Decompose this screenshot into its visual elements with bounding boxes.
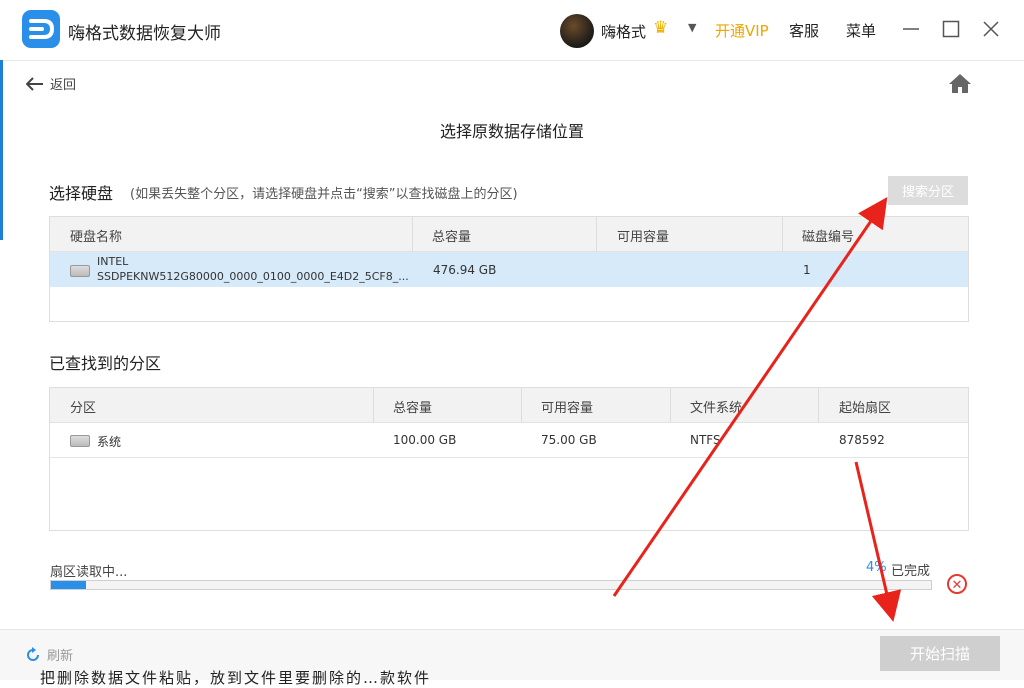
maximize-icon[interactable] xyxy=(942,20,960,42)
disk-table-header: 硬盘名称 总容量 可用容量 磁盘编号 xyxy=(50,217,968,252)
disk-total: 476.94 GB xyxy=(433,263,497,277)
col-start-sector[interactable]: 起始扇区 xyxy=(839,397,891,416)
partition-filesystem: NTFS xyxy=(690,433,721,447)
close-icon[interactable] xyxy=(982,20,1000,42)
col-disk-no[interactable]: 磁盘编号 xyxy=(802,226,854,245)
hard-disk-icon xyxy=(70,265,90,277)
refresh-icon xyxy=(27,646,39,661)
col-available[interactable]: 可用容量 xyxy=(617,226,669,245)
partition-start-sector: 878592 xyxy=(839,433,885,447)
refresh-label: 刷新 xyxy=(47,649,74,664)
annotation-arrows xyxy=(612,197,902,622)
refresh-button[interactable]: 刷新 xyxy=(25,645,73,664)
partition-total: 100.00 GB xyxy=(393,433,457,447)
chevron-down-icon[interactable]: ▼ xyxy=(688,21,696,34)
disk-number: 1 xyxy=(803,263,811,277)
partition-section-title: 已查找到的分区 xyxy=(49,354,162,373)
start-scan-button[interactable]: 开始扫描 xyxy=(880,636,1000,671)
user-avatar[interactable] xyxy=(560,14,594,48)
customer-service-link[interactable]: 客服 xyxy=(789,20,819,41)
progress-percent: 4% xyxy=(866,560,887,575)
background-text: 把删除数据文件粘贴，放到文件里要删除的…款软件 xyxy=(40,669,432,687)
col-partition[interactable]: 分区 xyxy=(70,397,96,416)
window-edge xyxy=(0,60,3,240)
progress-fill xyxy=(51,581,87,589)
col-part-total[interactable]: 总容量 xyxy=(393,397,432,416)
partition-icon xyxy=(70,435,90,447)
col-total[interactable]: 总容量 xyxy=(432,226,471,245)
partition-name: 系统 xyxy=(97,435,122,449)
minimize-icon[interactable] xyxy=(902,20,920,42)
partition-table: 分区 总容量 可用容量 文件系统 起始扇区 系统 100.00 GB 75.00… xyxy=(49,387,969,531)
progress-label: 扇区读取中... xyxy=(50,565,128,580)
col-disk-name[interactable]: 硬盘名称 xyxy=(70,226,122,245)
menu-button[interactable]: 菜单 xyxy=(846,20,876,41)
progress-bar xyxy=(50,580,932,590)
progress-done-label: 已完成 xyxy=(891,564,931,579)
disk-section-hint: (如果丢失整个分区，请选择硬盘并点击“搜索”以查找磁盘上的分区) xyxy=(130,187,518,202)
back-label: 返回 xyxy=(50,78,77,93)
crown-icon: ♛ xyxy=(653,18,669,38)
cancel-icon[interactable]: ✕ xyxy=(947,574,967,594)
col-part-available[interactable]: 可用容量 xyxy=(541,397,593,416)
col-filesystem[interactable]: 文件系统 xyxy=(690,397,742,416)
search-partition-button[interactable]: 搜索分区 xyxy=(888,176,968,205)
partition-available: 75.00 GB xyxy=(541,433,597,447)
table-row[interactable]: 系统 100.00 GB 75.00 GB NTFS 878592 xyxy=(50,423,968,458)
arrow-left-icon xyxy=(26,76,43,91)
partition-table-header: 分区 总容量 可用容量 文件系统 起始扇区 xyxy=(50,388,968,423)
table-row[interactable]: INTEL SSDPEKNW512G80000_0000_0100_0000_E… xyxy=(50,252,968,287)
disk-name-line1: INTEL xyxy=(97,255,129,268)
back-button[interactable]: 返回 xyxy=(26,74,76,93)
open-vip-link[interactable]: 开通VIP xyxy=(715,20,769,41)
page-title: 选择原数据存储位置 xyxy=(439,122,584,141)
disk-section-title: 选择硬盘 xyxy=(49,184,114,203)
username[interactable]: 嗨格式 xyxy=(601,21,646,42)
app-title: 嗨格式数据恢复大师 xyxy=(68,24,221,44)
home-icon[interactable] xyxy=(948,72,972,98)
disk-table: 硬盘名称 总容量 可用容量 磁盘编号 INTEL SSDPEKNW512G800… xyxy=(49,216,969,322)
disk-name-line2: SSDPEKNW512G80000_0000_0100_0000_E4D2_5C… xyxy=(97,270,409,283)
app-logo-icon xyxy=(22,10,60,48)
